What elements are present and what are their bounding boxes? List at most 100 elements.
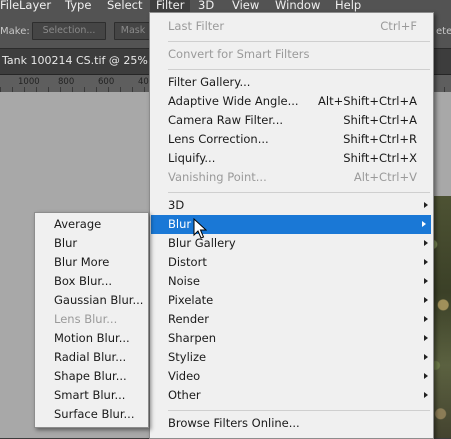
- submenu-item-noise[interactable]: Noise: [150, 272, 433, 291]
- menu-item-shortcut: Shift+Ctrl+X: [343, 151, 417, 165]
- menu-separator: [168, 69, 430, 70]
- menu-window[interactable]: Window: [275, 0, 320, 12]
- submenu-arrow-icon: [424, 373, 428, 379]
- blur-item-motion-blur[interactable]: Motion Blur...: [35, 329, 148, 348]
- menu-item-shortcut: Alt+Shift+Ctrl+A: [318, 94, 417, 108]
- blur-item-shape-blur[interactable]: Shape Blur...: [35, 367, 148, 386]
- menu-item-lens-correction[interactable]: Lens Correction... Shift+Ctrl+R: [150, 130, 433, 149]
- blur-item-smart-blur[interactable]: Smart Blur...: [35, 386, 148, 405]
- menu-item-label: Blur: [168, 217, 192, 231]
- menu-item-label: Noise: [168, 274, 200, 288]
- make-mask-button[interactable]: Mask: [114, 22, 152, 40]
- menu-item-vanishing-point: Vanishing Point... Alt+Ctrl+V: [150, 168, 433, 187]
- blur-item-blur-more[interactable]: Blur More: [35, 253, 148, 272]
- submenu-arrow-icon: [424, 354, 428, 360]
- blur-item-gaussian-blur[interactable]: Gaussian Blur...: [35, 291, 148, 310]
- menu-item-label: Sharpen: [168, 331, 217, 345]
- mouse-cursor-icon: [193, 218, 207, 239]
- menu-item-label: Last Filter: [168, 19, 225, 33]
- menu-item-filter-gallery[interactable]: Filter Gallery...: [150, 73, 433, 92]
- menu-item-label: 3D: [168, 198, 185, 212]
- menu-item-label: Convert for Smart Filters: [168, 47, 310, 61]
- menu-file[interactable]: File: [0, 0, 19, 12]
- menu-item-adaptive-wide-angle[interactable]: Adaptive Wide Angle... Alt+Shift+Ctrl+A: [150, 92, 433, 111]
- make-selection-button[interactable]: Selection...: [32, 22, 106, 40]
- blur-item-average[interactable]: Average: [35, 215, 148, 234]
- submenu-item-other[interactable]: Other: [150, 386, 433, 405]
- menu-item-camera-raw-filter[interactable]: Camera Raw Filter... Shift+Ctrl+A: [150, 111, 433, 130]
- submenu-item-pixelate[interactable]: Pixelate: [150, 291, 433, 310]
- menu-item-label: Average: [54, 217, 102, 231]
- menu-item-label: Box Blur...: [54, 274, 113, 288]
- submenu-item-render[interactable]: Render: [150, 310, 433, 329]
- menu-item-label: Distort: [168, 255, 207, 269]
- menu-item-shortcut: Alt+Ctrl+V: [353, 170, 417, 184]
- ruler-tick: 1000: [18, 77, 40, 87]
- menu-item-label: Filter Gallery...: [168, 75, 251, 89]
- options-right-label: ete: [436, 26, 451, 37]
- submenu-arrow-icon: [424, 316, 428, 322]
- blur-item-radial-blur[interactable]: Radial Blur...: [35, 348, 148, 367]
- menu-item-label: Other: [168, 388, 201, 402]
- menu-item-label: Vanishing Point...: [168, 170, 267, 184]
- submenu-item-distort[interactable]: Distort: [150, 253, 433, 272]
- menu-3d[interactable]: 3D: [198, 0, 214, 12]
- menu-item-label: Browse Filters Online...: [168, 416, 300, 430]
- ruler-tick: 800: [58, 77, 75, 87]
- menu-layer[interactable]: Layer: [19, 0, 51, 12]
- menu-item-label: Radial Blur...: [54, 350, 127, 364]
- submenu-arrow-icon: [424, 278, 428, 284]
- menu-help[interactable]: Help: [335, 0, 361, 12]
- submenu-arrow-icon: [424, 392, 428, 398]
- menu-item-shortcut: Shift+Ctrl+R: [343, 132, 417, 146]
- document-title: Tank 100214 CS.tif @ 25% (L: [2, 54, 162, 67]
- menu-item-browse-filters-online[interactable]: Browse Filters Online...: [150, 414, 433, 433]
- menu-item-label: Stylize: [168, 350, 207, 364]
- menu-item-label: Render: [168, 312, 209, 326]
- submenu-item-stylize[interactable]: Stylize: [150, 348, 433, 367]
- blur-item-box-blur[interactable]: Box Blur...: [35, 272, 148, 291]
- menu-item-label: Motion Blur...: [54, 331, 130, 345]
- submenu-arrow-icon: [424, 259, 428, 265]
- menu-item-liquify[interactable]: Liquify... Shift+Ctrl+X: [150, 149, 433, 168]
- menu-item-label: Adaptive Wide Angle...: [168, 94, 299, 108]
- menu-separator: [168, 41, 430, 42]
- blur-item-surface-blur[interactable]: Surface Blur...: [35, 405, 148, 424]
- menu-item-label: Blur More: [54, 255, 110, 269]
- submenu-arrow-icon: [424, 240, 428, 246]
- menu-item-label: Liquify...: [168, 151, 216, 165]
- blur-item-blur[interactable]: Blur: [35, 234, 148, 253]
- menu-item-convert-smart-filters: Convert for Smart Filters: [150, 45, 433, 64]
- menu-bar: File Layer Type Select Filter 3D View Wi…: [0, 0, 451, 12]
- menu-item-shortcut: Ctrl+F: [380, 19, 417, 33]
- menu-view[interactable]: View: [232, 0, 259, 12]
- menu-item-label: Smart Blur...: [54, 388, 126, 402]
- menu-item-label: Lens Correction...: [168, 132, 269, 146]
- menu-item-label: Lens Blur...: [54, 312, 118, 326]
- submenu-item-video[interactable]: Video: [150, 367, 433, 386]
- submenu-item-3d[interactable]: 3D: [150, 196, 433, 215]
- menu-type[interactable]: Type: [65, 0, 91, 12]
- menu-item-label: Camera Raw Filter...: [168, 113, 284, 127]
- menu-item-label: Pixelate: [168, 293, 214, 307]
- menu-filter[interactable]: Filter: [150, 0, 191, 12]
- menu-item-label: Gaussian Blur...: [54, 293, 144, 307]
- submenu-arrow-icon: [424, 297, 428, 303]
- filter-menu: Last Filter Ctrl+F Convert for Smart Fil…: [149, 12, 434, 439]
- menu-item-label: Shape Blur...: [54, 369, 127, 383]
- submenu-item-sharpen[interactable]: Sharpen: [150, 329, 433, 348]
- submenu-arrow-icon: [424, 335, 428, 341]
- ruler-tick: 600: [98, 77, 115, 87]
- menu-item-label: Blur: [54, 236, 78, 250]
- menu-separator: [168, 192, 430, 193]
- menu-separator: [168, 410, 430, 411]
- blur-submenu: Average Blur Blur More Box Blur... Gauss…: [34, 212, 149, 428]
- submenu-arrow-icon: [422, 221, 426, 227]
- blur-item-lens-blur: Lens Blur...: [35, 310, 148, 329]
- menu-item-label: Surface Blur...: [54, 407, 135, 421]
- menu-item-last-filter: Last Filter Ctrl+F: [150, 17, 433, 36]
- menu-item-shortcut: Shift+Ctrl+A: [343, 113, 417, 127]
- make-label: Make:: [0, 26, 30, 37]
- menu-item-label: Video: [168, 369, 201, 383]
- menu-select[interactable]: Select: [107, 0, 142, 12]
